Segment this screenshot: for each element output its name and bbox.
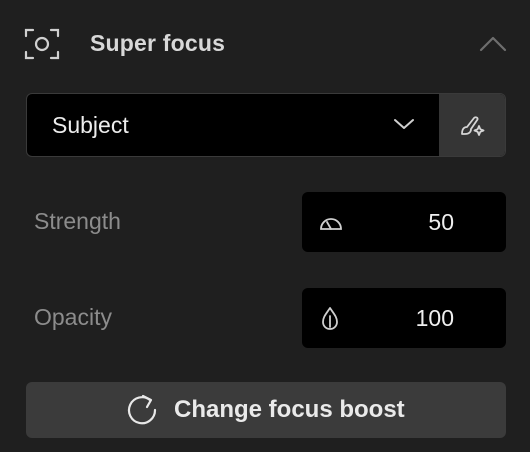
collapse-button[interactable] xyxy=(476,30,510,60)
refresh-icon xyxy=(127,394,157,425)
change-focus-boost-label: Change focus boost xyxy=(174,396,405,423)
subject-select[interactable]: Subject xyxy=(27,94,439,156)
opacity-input[interactable]: 100 xyxy=(302,288,506,348)
super-focus-panel: Super focus Subject Strength 50 Opacity … xyxy=(0,0,530,452)
opacity-label: Opacity xyxy=(34,304,112,330)
subject-select-row: Subject xyxy=(26,93,506,157)
strength-value: 50 xyxy=(428,209,454,235)
strength-label: Strength xyxy=(34,208,121,234)
panel-header: Super focus xyxy=(0,0,530,90)
change-focus-boost-button[interactable]: Change focus boost xyxy=(26,382,506,438)
gauge-icon xyxy=(320,218,342,230)
opacity-value: 100 xyxy=(415,305,454,331)
brush-select-button[interactable] xyxy=(439,94,505,156)
drop-icon xyxy=(322,307,338,330)
brush-sparkle-icon xyxy=(461,116,485,136)
focus-frame-icon xyxy=(24,28,60,60)
subject-select-value: Subject xyxy=(52,112,129,138)
chevron-up-icon xyxy=(479,36,507,52)
chevron-down-icon xyxy=(394,119,414,129)
strength-input[interactable]: 50 xyxy=(302,192,506,252)
panel-title: Super focus xyxy=(90,30,226,56)
